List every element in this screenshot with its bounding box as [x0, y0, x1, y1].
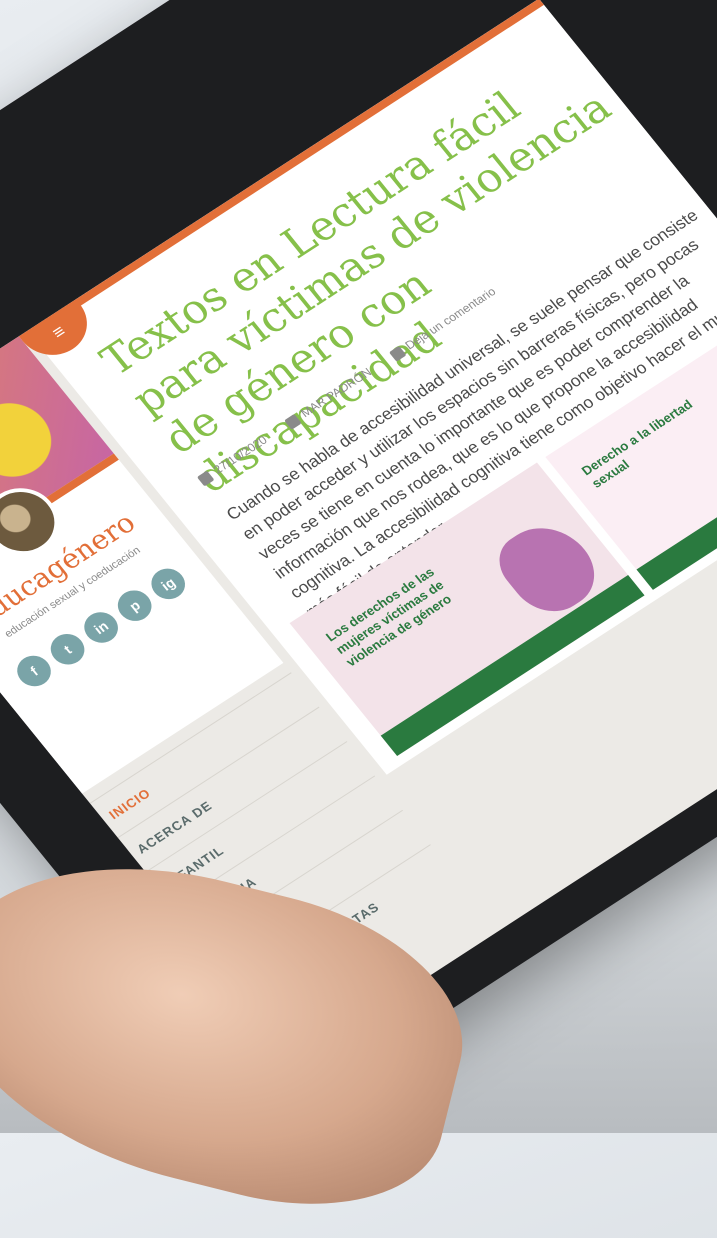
twitter-icon[interactable]: t [44, 628, 92, 671]
facebook-icon[interactable]: f [10, 649, 58, 693]
thumbnail-footer: Consejería de Igualdad, Políticas Social… [647, 451, 717, 582]
hand-illustration [486, 511, 611, 626]
instagram-icon[interactable]: ig [144, 562, 192, 606]
linkedin-icon[interactable]: in [77, 606, 125, 649]
thumbnail-footer: Consejería de Igualdad, Políticas Social… [392, 616, 589, 749]
pinterest-icon[interactable]: p [111, 584, 159, 627]
